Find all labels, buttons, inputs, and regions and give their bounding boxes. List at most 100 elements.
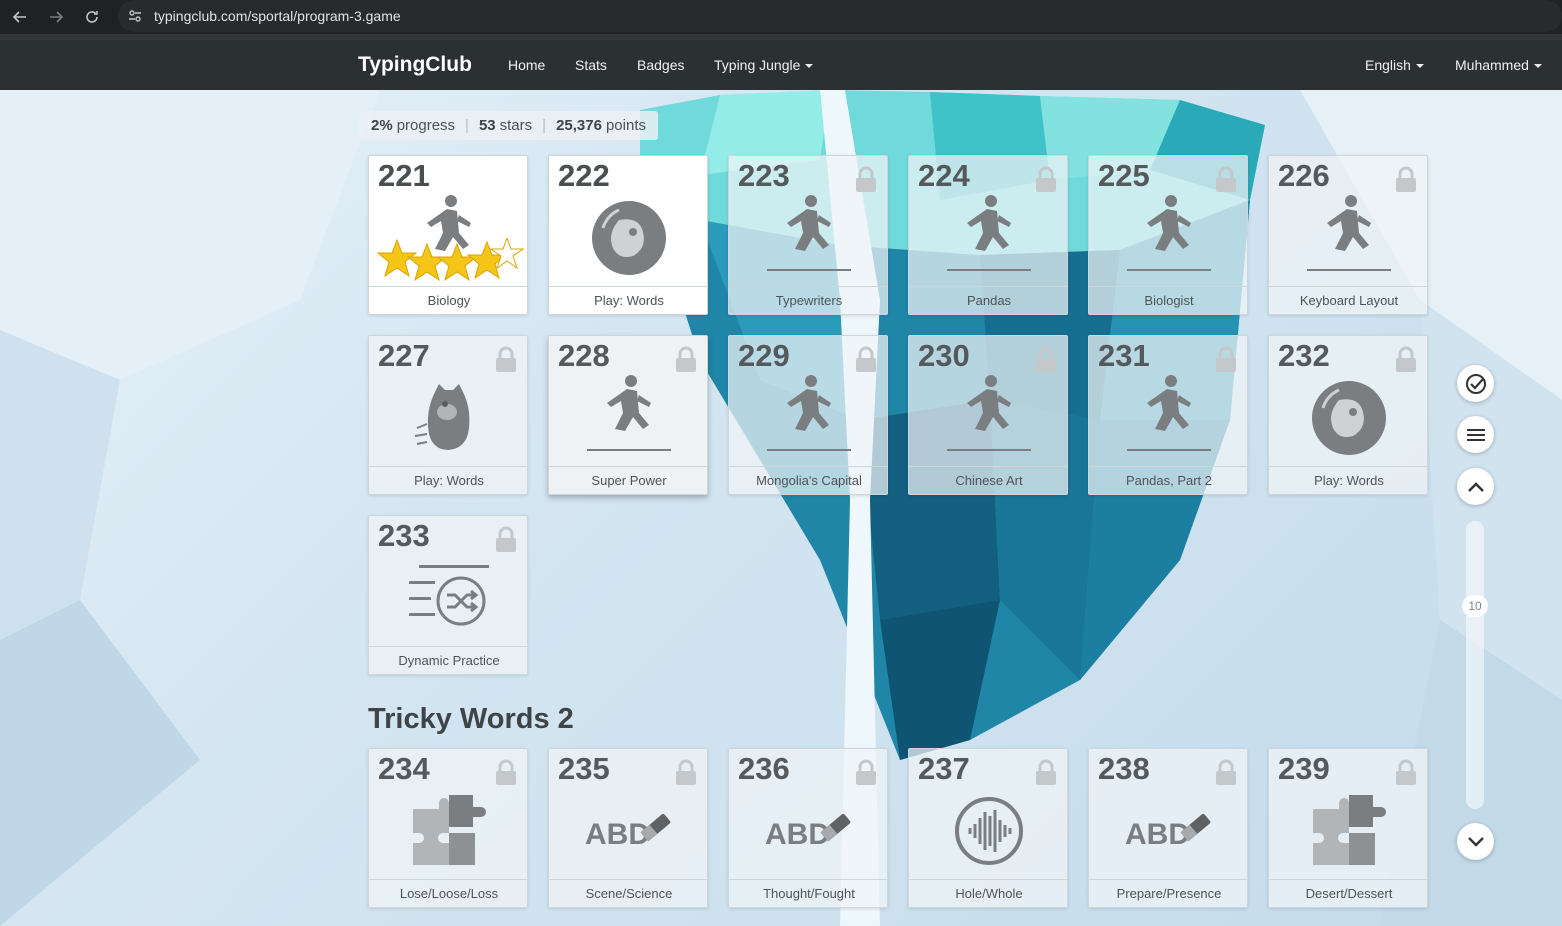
hamburger-icon bbox=[1466, 428, 1485, 441]
lesson-title: Pandas, Part 2 bbox=[1089, 466, 1247, 494]
lesson-number: 233 bbox=[378, 518, 430, 553]
scroll-position-indicator[interactable]: 10 bbox=[1462, 595, 1488, 617]
runner-icon bbox=[549, 370, 707, 466]
back-arrow-icon bbox=[12, 11, 26, 23]
brand-logo[interactable]: TypingClub bbox=[358, 53, 472, 77]
progress-label: progress bbox=[396, 117, 456, 134]
lesson-title: Biologist bbox=[1089, 286, 1247, 314]
lesson-number: 238 bbox=[1098, 751, 1150, 786]
lesson-number: 229 bbox=[738, 338, 790, 373]
lesson-card[interactable]: 222 Play: Words bbox=[548, 155, 708, 315]
language-label: English bbox=[1365, 57, 1411, 73]
game-bubble-icon bbox=[1269, 370, 1427, 466]
nav-typing-jungle-dropdown[interactable]: Typing Jungle bbox=[714, 57, 814, 73]
lesson-number: 235 bbox=[558, 751, 610, 786]
lesson-title: Hole/Whole bbox=[909, 879, 1067, 907]
lesson-title: Super Power bbox=[549, 466, 707, 494]
lesson-card-locked[interactable]: 227 Play: Words bbox=[368, 335, 528, 495]
monster-icon bbox=[369, 370, 527, 466]
lesson-title: Play: Words bbox=[1269, 466, 1427, 494]
star-icon bbox=[436, 242, 478, 282]
lesson-title: Keyboard Layout bbox=[1269, 286, 1427, 314]
site-navbar: TypingClub Home Stats Badges Typing Jung… bbox=[0, 40, 1562, 90]
lesson-title: Prepare/Presence bbox=[1089, 879, 1247, 907]
chevron-up-icon bbox=[1467, 481, 1484, 492]
lesson-scroll-track[interactable] bbox=[1466, 521, 1484, 809]
abc-eraser-icon: ABD bbox=[1089, 783, 1247, 879]
lesson-card-locked[interactable]: 236 ABD Thought/Fought bbox=[728, 748, 888, 908]
lesson-number: 230 bbox=[918, 338, 970, 373]
lesson-card-locked[interactable]: 238 ABD Prepare/Presence bbox=[1088, 748, 1248, 908]
shuffle-list-icon bbox=[369, 550, 527, 646]
lesson-number: 221 bbox=[378, 158, 430, 193]
lesson-card-locked[interactable]: 239 Desert/Dessert bbox=[1268, 748, 1428, 908]
lesson-number: 236 bbox=[738, 751, 790, 786]
lesson-title: Mongolia's Capital bbox=[729, 466, 887, 494]
lesson-number: 232 bbox=[1278, 338, 1330, 373]
lesson-card-locked[interactable]: 229 Mongolia's Capital bbox=[728, 335, 888, 495]
site-info-icon[interactable] bbox=[118, 0, 152, 32]
lesson-title: Desert/Dessert bbox=[1269, 879, 1427, 907]
abc-text: ABD bbox=[765, 818, 830, 851]
lesson-title: Typewriters bbox=[729, 286, 887, 314]
runner-icon bbox=[1269, 190, 1427, 286]
lesson-card-locked[interactable]: 234 Lose/Loose/Loss bbox=[368, 748, 528, 908]
lesson-title: Biology bbox=[369, 286, 527, 314]
runner-icon bbox=[729, 370, 887, 466]
points-label: points bbox=[605, 117, 646, 134]
progress-summary: 2% progress | 53 stars | 25,376 points bbox=[359, 111, 658, 140]
runner-icon bbox=[909, 190, 1067, 286]
lesson-card-locked[interactable]: 232 Play: Words bbox=[1268, 335, 1428, 495]
abc-eraser-icon: ABD bbox=[729, 783, 887, 879]
game-bubble-icon bbox=[549, 190, 707, 286]
address-bar[interactable]: typingclub.com/sportal/program-3.game bbox=[118, 0, 1562, 32]
lesson-number: 223 bbox=[738, 158, 790, 193]
reload-icon bbox=[86, 11, 98, 23]
stars-label: stars bbox=[499, 117, 533, 134]
star-rating bbox=[377, 238, 525, 282]
forward-button[interactable] bbox=[38, 0, 74, 34]
lesson-card-locked[interactable]: 235 ABD Scene/Science bbox=[548, 748, 708, 908]
chevron-down-icon bbox=[1467, 836, 1484, 847]
lesson-card-locked[interactable]: 225 Biologist bbox=[1088, 155, 1248, 315]
lesson-title: Scene/Science bbox=[549, 879, 707, 907]
back-button[interactable] bbox=[2, 0, 38, 34]
lesson-card-locked[interactable]: 237 Hole/Whole bbox=[908, 748, 1068, 908]
nav-badges[interactable]: Badges bbox=[637, 57, 684, 73]
nav-stats[interactable]: Stats bbox=[575, 57, 607, 73]
scroll-up-button[interactable] bbox=[1457, 468, 1494, 505]
lesson-number: 228 bbox=[558, 338, 610, 373]
lesson-card-locked[interactable]: 224 Pandas bbox=[908, 155, 1068, 315]
lesson-card-locked[interactable]: 228 Super Power bbox=[548, 335, 708, 495]
abc-eraser-icon: ABD bbox=[549, 783, 707, 879]
caret-down-icon bbox=[1415, 64, 1424, 69]
reload-button[interactable] bbox=[74, 0, 110, 34]
lesson-number: 224 bbox=[918, 158, 970, 193]
typing-jungle-label: Typing Jungle bbox=[714, 57, 801, 73]
lesson-card-locked[interactable]: 226 Keyboard Layout bbox=[1268, 155, 1428, 315]
menu-button[interactable] bbox=[1457, 416, 1494, 453]
divider: | bbox=[465, 117, 469, 134]
lesson-card-locked[interactable]: 233 Dynamic Practice bbox=[368, 515, 528, 675]
caret-down-icon bbox=[805, 64, 814, 69]
abc-text: ABD bbox=[1125, 818, 1190, 851]
scroll-down-button[interactable] bbox=[1457, 823, 1494, 860]
section-title: Tricky Words 2 bbox=[368, 703, 574, 735]
puzzle-icon bbox=[1269, 783, 1427, 879]
user-name: Muhammed bbox=[1455, 57, 1529, 73]
lesson-card[interactable]: 221 Biology bbox=[368, 155, 528, 315]
lesson-title: Thought/Fought bbox=[729, 879, 887, 907]
lesson-number: 239 bbox=[1278, 751, 1330, 786]
lesson-card-locked[interactable]: 231 Pandas, Part 2 bbox=[1088, 335, 1248, 495]
completed-filter-button[interactable] bbox=[1457, 365, 1494, 402]
language-dropdown[interactable]: English bbox=[1365, 57, 1424, 73]
lesson-title: Chinese Art bbox=[909, 466, 1067, 494]
runner-icon bbox=[1089, 370, 1247, 466]
lesson-number: 237 bbox=[918, 751, 970, 786]
lesson-title: Pandas bbox=[909, 286, 1067, 314]
runner-icon bbox=[1089, 190, 1247, 286]
nav-home[interactable]: Home bbox=[508, 57, 545, 73]
user-menu-dropdown[interactable]: Muhammed bbox=[1455, 57, 1542, 73]
lesson-card-locked[interactable]: 230 Chinese Art bbox=[908, 335, 1068, 495]
lesson-card-locked[interactable]: 223 Typewriters bbox=[728, 155, 888, 315]
